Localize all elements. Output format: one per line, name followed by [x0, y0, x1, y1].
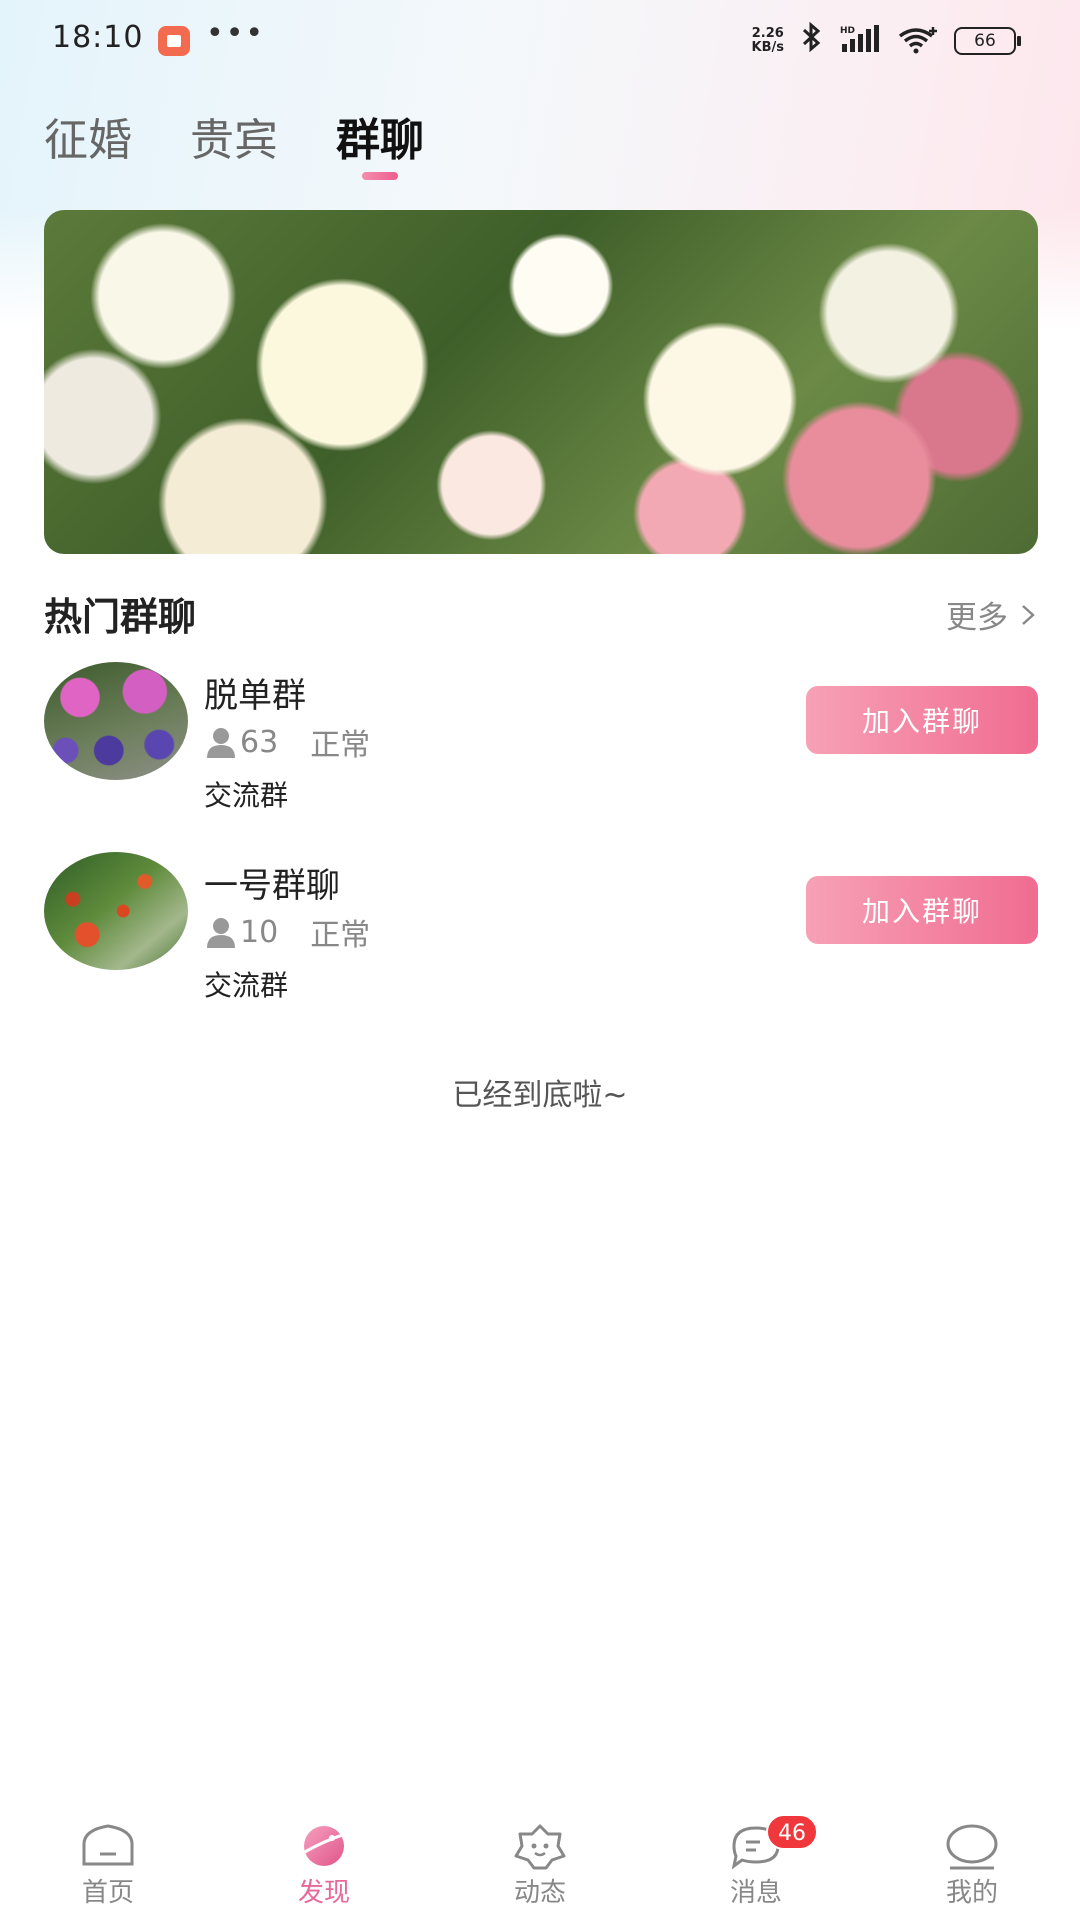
status-bar: 18:10 ••• 2.26 KB/s HD 66	[0, 0, 1080, 80]
member-count: 10	[240, 914, 279, 950]
tab-group-chat[interactable]: 群聊	[336, 104, 424, 180]
section-title: 热门群聊	[44, 595, 197, 639]
battery-indicator: 66	[954, 26, 1021, 55]
group-status: 正常	[310, 728, 371, 763]
more-link[interactable]: 更多	[946, 592, 1038, 637]
nav-label: 发现	[297, 1878, 350, 1908]
banner-image[interactable]	[44, 210, 1038, 554]
svg-text:HD: HD	[840, 26, 855, 36]
network-speed: 2.26 KB/s	[751, 25, 784, 55]
more-label: 更多	[946, 600, 1008, 636]
status-icons: 2.26 KB/s HD 66	[751, 21, 1021, 59]
person-icon	[207, 728, 235, 758]
tab-label: 征婚	[44, 115, 132, 166]
group-meta: 10 正常	[204, 910, 370, 954]
member-count: 63	[240, 724, 279, 760]
bottom-nav: 首页 发现 动态 消息 46 我的	[0, 1808, 1080, 1920]
nav-item-moments[interactable]: 动态	[432, 1808, 648, 1920]
tab-marriage[interactable]: 征婚	[44, 104, 132, 168]
unread-badge: 46	[766, 1814, 818, 1850]
active-tab-indicator	[362, 172, 398, 180]
group-status: 正常	[310, 918, 371, 953]
nav-item-home[interactable]: 首页	[0, 1808, 216, 1920]
person-icon	[207, 918, 235, 948]
group-list-item[interactable]: 一号群聊 10 正常 交流群 加入群聊	[44, 852, 1038, 1002]
tab-label: 群聊	[336, 115, 424, 166]
group-name: 脱单群	[204, 676, 306, 716]
nav-label: 动态	[513, 1878, 566, 1908]
more-notifications-icon: •••	[206, 16, 266, 51]
home-icon	[82, 1824, 134, 1866]
tab-label: 贵宾	[190, 115, 278, 166]
group-name: 一号群聊	[204, 866, 340, 906]
nav-item-messages[interactable]: 消息 46	[648, 1808, 864, 1920]
end-of-list-text: 已经到底啦~	[452, 1078, 628, 1113]
network-speed-value: 2.26	[751, 25, 784, 41]
notification-app-icon	[158, 26, 190, 56]
status-time: 18:10	[52, 20, 144, 55]
signal-icon: HD	[838, 24, 882, 58]
join-group-button[interactable]: 加入群聊	[806, 686, 1038, 754]
wifi-icon	[896, 24, 940, 58]
nav-label: 首页	[81, 1878, 134, 1908]
chevron-right-icon	[1022, 604, 1035, 625]
tab-vip[interactable]: 贵宾	[190, 104, 278, 168]
nav-item-discover[interactable]: 发现	[216, 1808, 432, 1920]
group-type: 交流群	[204, 779, 289, 812]
group-list-item[interactable]: 脱单群 63 正常 交流群 加入群聊	[44, 662, 1038, 812]
nav-label: 消息	[729, 1878, 782, 1908]
bluetooth-icon	[798, 21, 824, 59]
group-avatar[interactable]	[44, 662, 188, 780]
nav-item-profile[interactable]: 我的	[864, 1808, 1080, 1920]
profile-icon	[946, 1824, 998, 1870]
nav-label: 我的	[945, 1878, 998, 1908]
group-meta: 63 正常	[204, 720, 370, 764]
network-speed-unit: KB/s	[751, 39, 784, 55]
group-type: 交流群	[204, 969, 289, 1002]
join-group-button[interactable]: 加入群聊	[806, 876, 1038, 944]
moments-icon	[514, 1824, 566, 1870]
group-avatar[interactable]	[44, 852, 188, 970]
top-tabs: 征婚 贵宾 群聊	[44, 104, 424, 180]
discover-icon	[297, 1826, 353, 1866]
